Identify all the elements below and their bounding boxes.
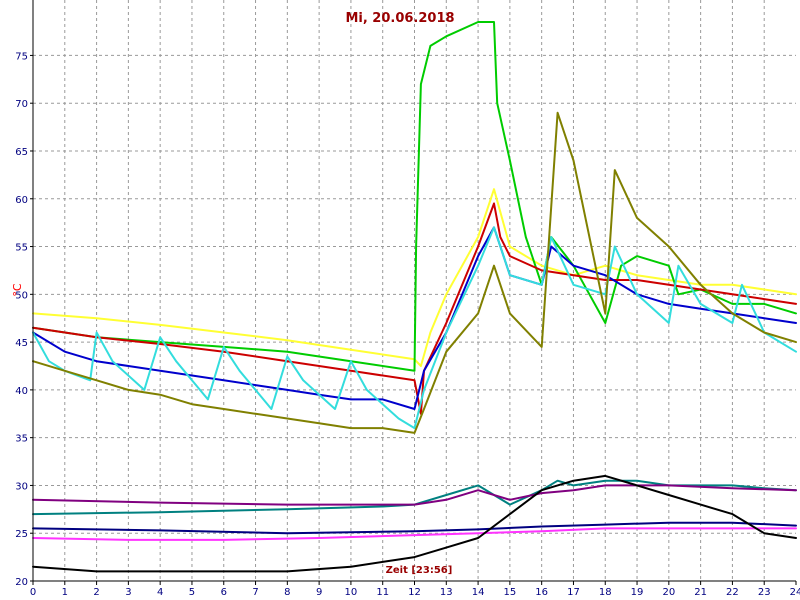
y-tick-label: 30 bbox=[15, 481, 28, 492]
line-chart: 0 1 2 3 4 5 6 7 8 9 10 11 12 13 14 15 16 17 18 19 20 21 22 23 24… bbox=[11, 0, 800, 598]
y-tick-label: 75 bbox=[15, 51, 28, 62]
y-tick-label: 70 bbox=[15, 99, 28, 110]
x-tick-label: 0 bbox=[30, 587, 36, 598]
chart-title: Mi, 20.06.2018 bbox=[345, 11, 454, 26]
y-tick-label: 55 bbox=[15, 243, 28, 254]
x-tick-label: 24 bbox=[790, 587, 800, 598]
x-tick-label: 3 bbox=[125, 587, 131, 598]
x-tick-label: 7 bbox=[252, 587, 258, 598]
y-tick-label: 60 bbox=[15, 195, 28, 206]
x-tick-label: 1 bbox=[62, 587, 68, 598]
y-tick-label: 20 bbox=[15, 577, 28, 588]
x-tick-label: 17 bbox=[567, 587, 580, 598]
y-tick-label: 25 bbox=[15, 529, 28, 540]
x-tick-label: 13 bbox=[440, 587, 453, 598]
x-tick-label: 12 bbox=[408, 587, 421, 598]
x-tick-label: 16 bbox=[535, 587, 548, 598]
x-tick-label: 4 bbox=[157, 587, 163, 598]
x-tick-label: 22 bbox=[726, 587, 739, 598]
x-axis-label: Zeit [23:56] bbox=[386, 565, 453, 576]
x-tick-label: 20 bbox=[662, 587, 675, 598]
x-tick-label: 5 bbox=[189, 587, 195, 598]
y-tick-label: 40 bbox=[15, 386, 28, 397]
x-tick-label: 21 bbox=[694, 587, 707, 598]
y-tick-label: 65 bbox=[15, 147, 28, 158]
x-tick-label: 8 bbox=[284, 587, 290, 598]
x-tick-label: 11 bbox=[376, 587, 389, 598]
x-tick-label: 18 bbox=[599, 587, 612, 598]
y-tick-label: 45 bbox=[15, 338, 28, 349]
y-tick-label: 35 bbox=[15, 434, 28, 445]
x-tick-label: 14 bbox=[472, 587, 485, 598]
x-tick-label: 9 bbox=[316, 587, 322, 598]
x-tick-label: 6 bbox=[221, 587, 227, 598]
y-axis-label: °C bbox=[11, 283, 24, 297]
x-tick-label: 2 bbox=[93, 587, 99, 598]
x-tick-label: 19 bbox=[631, 587, 644, 598]
x-tick-label: 23 bbox=[758, 587, 771, 598]
x-tick-label: 15 bbox=[504, 587, 517, 598]
x-tick-label: 10 bbox=[345, 587, 358, 598]
